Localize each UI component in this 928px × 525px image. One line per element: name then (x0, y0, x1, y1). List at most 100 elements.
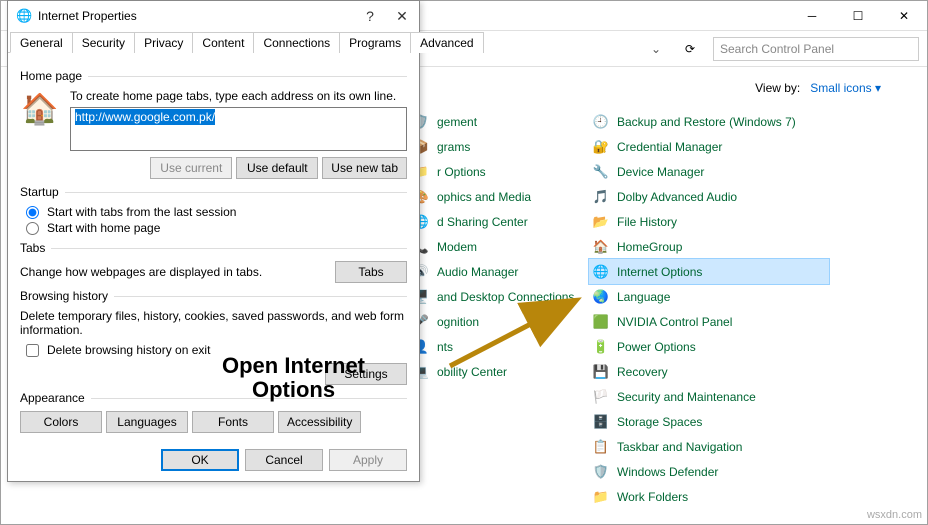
cp-item[interactable]: 📁r Options (409, 159, 589, 184)
home-icon: 🏠 (20, 89, 60, 129)
cp-item-label: Audio Manager (437, 265, 518, 279)
cp-item-icon: 🌐 (593, 264, 609, 280)
cp-item[interactable]: 🔐Credential Manager (589, 134, 829, 159)
cp-item[interactable]: 📞Modem (409, 234, 589, 259)
cp-item[interactable]: 🕘Backup and Restore (Windows 7) (589, 109, 829, 134)
cp-item[interactable]: 📦grams (409, 134, 589, 159)
cp-item[interactable]: 🎵Dolby Advanced Audio (589, 184, 829, 209)
refresh-button[interactable]: ⟳ (679, 38, 701, 60)
startup-option-home-page[interactable]: Start with home page (20, 221, 407, 235)
cp-item[interactable]: 👤nts (409, 334, 589, 359)
tab-security[interactable]: Security (72, 32, 135, 53)
cp-item[interactable]: 🌐 Internet Options (589, 259, 829, 284)
maximize-button[interactable]: ☐ (835, 1, 881, 30)
delete-on-exit-row[interactable]: Delete browsing history on exit (20, 343, 407, 357)
cp-item[interactable]: 🏠HomeGroup (589, 234, 829, 259)
cp-item[interactable]: 🖥️and Desktop Connections (409, 284, 589, 309)
cp-item[interactable]: 📂File History (589, 209, 829, 234)
dialog-body: Home page 🏠 To create home page tabs, ty… (8, 53, 419, 441)
delete-on-exit-checkbox[interactable] (26, 344, 39, 357)
cp-item[interactable]: 💾 Recovery (589, 359, 829, 384)
cp-column-1: 🛡️gement📦grams📁r Options🎨ophics and Medi… (409, 109, 589, 509)
colors-button[interactable]: Colors (20, 411, 102, 433)
cp-item[interactable]: 🔧Device Manager (589, 159, 829, 184)
cp-item[interactable]: 🔋Power Options (589, 334, 829, 359)
tabs-desc: Change how webpages are displayed in tab… (20, 265, 323, 279)
cp-item-label: NVIDIA Control Panel (617, 315, 732, 329)
view-by-value[interactable]: Small icons ▾ (810, 81, 881, 95)
tab-general[interactable]: General (10, 32, 73, 53)
minimize-button[interactable]: ─ (789, 1, 835, 30)
close-button[interactable]: ✕ (881, 1, 927, 30)
accessibility-button[interactable]: Accessibility (278, 411, 361, 433)
radio-home-page[interactable] (26, 222, 39, 235)
group-appearance: Appearance (20, 391, 91, 405)
use-default-button[interactable]: Use default (236, 157, 318, 179)
group-history: Browsing history (20, 289, 114, 303)
tab-content[interactable]: Content (192, 32, 254, 53)
cp-item-label: and Desktop Connections (437, 290, 574, 304)
cp-item[interactable]: 🔊Audio Manager (409, 259, 589, 284)
apply-button[interactable]: Apply (329, 449, 407, 471)
cp-item[interactable]: 🌐d Sharing Center (409, 209, 589, 234)
tab-connections[interactable]: Connections (253, 32, 340, 53)
cp-item-icon: 🟩 (593, 314, 609, 330)
cp-item[interactable]: 🌏 Language (589, 284, 829, 309)
search-input[interactable]: Search Control Panel (713, 37, 919, 61)
cp-item-icon: 💾 (593, 364, 609, 380)
cp-item-label: Language (617, 290, 670, 304)
help-button[interactable]: ? (361, 8, 379, 25)
dialog-close-button[interactable]: ✕ (393, 8, 411, 25)
cp-item-label: nts (437, 340, 453, 354)
fonts-button[interactable]: Fonts (192, 411, 274, 433)
homepage-url-input[interactable]: http://www.google.com.pk/ (70, 107, 407, 151)
address-dropdown-icon[interactable]: ⌄ (651, 42, 661, 56)
cp-item-label: Modem (437, 240, 477, 254)
radio-last-session[interactable] (26, 206, 39, 219)
cp-item-icon: 🔋 (593, 339, 609, 355)
use-current-button[interactable]: Use current (150, 157, 232, 179)
cp-item[interactable]: 🛡️Windows Defender (589, 459, 829, 484)
cp-item-label: ognition (437, 315, 479, 329)
tabs-button[interactable]: Tabs (335, 261, 407, 283)
watermark: wsxdn.com (867, 509, 922, 521)
cp-item-icon: 🎵 (593, 189, 609, 205)
tab-privacy[interactable]: Privacy (134, 32, 193, 53)
cp-item-label: Internet Options (617, 265, 702, 279)
cp-item[interactable]: 🛡️gement (409, 109, 589, 134)
ok-button[interactable]: OK (161, 449, 239, 471)
history-desc: Delete temporary files, history, cookies… (20, 309, 407, 337)
cp-item[interactable]: 🎤ognition (409, 309, 589, 334)
cp-item[interactable]: 🎨ophics and Media (409, 184, 589, 209)
cp-item-label: Backup and Restore (Windows 7) (617, 115, 796, 129)
internet-properties-dialog: 🌐 Internet Properties ? ✕ GeneralSecurit… (7, 0, 420, 482)
cp-item-icon: 🔧 (593, 164, 609, 180)
cp-item[interactable]: 🏳️Security and Maintenance (589, 384, 829, 409)
cp-item[interactable]: 🗄️Storage Spaces (589, 409, 829, 434)
use-new-tab-button[interactable]: Use new tab (322, 157, 407, 179)
cp-item-icon: 🌏 (593, 289, 609, 305)
cp-item-icon: 🏠 (593, 239, 609, 255)
dialog-footer: OK Cancel Apply (8, 441, 419, 481)
cp-item-label: ophics and Media (437, 190, 531, 204)
dialog-titlebar: 🌐 Internet Properties ? ✕ (8, 1, 419, 31)
cancel-button[interactable]: Cancel (245, 449, 323, 471)
cp-item[interactable]: 📋Taskbar and Navigation (589, 434, 829, 459)
cp-item-icon: 📁 (593, 489, 609, 505)
languages-button[interactable]: Languages (106, 411, 188, 433)
cp-item-label: Recovery (617, 365, 668, 379)
history-settings-button[interactable]: Settings (325, 363, 407, 385)
cp-item[interactable]: 💻obility Center (409, 359, 589, 384)
tab-advanced[interactable]: Advanced (410, 32, 483, 53)
cp-item[interactable]: 🟩 NVIDIA Control Panel (589, 309, 829, 334)
view-by-label: View by: (755, 81, 800, 95)
cp-item-icon: 📂 (593, 214, 609, 230)
cp-item-label: r Options (437, 165, 486, 179)
cp-item-icon: 🛡️ (593, 464, 609, 480)
startup-option-last-session[interactable]: Start with tabs from the last session (20, 205, 407, 219)
cp-item-label: Taskbar and Navigation (617, 440, 742, 454)
group-homepage: Home page (20, 69, 88, 83)
cp-item[interactable]: 📁Work Folders (589, 484, 829, 509)
tab-programs[interactable]: Programs (339, 32, 411, 53)
cp-item-icon: 🔐 (593, 139, 609, 155)
